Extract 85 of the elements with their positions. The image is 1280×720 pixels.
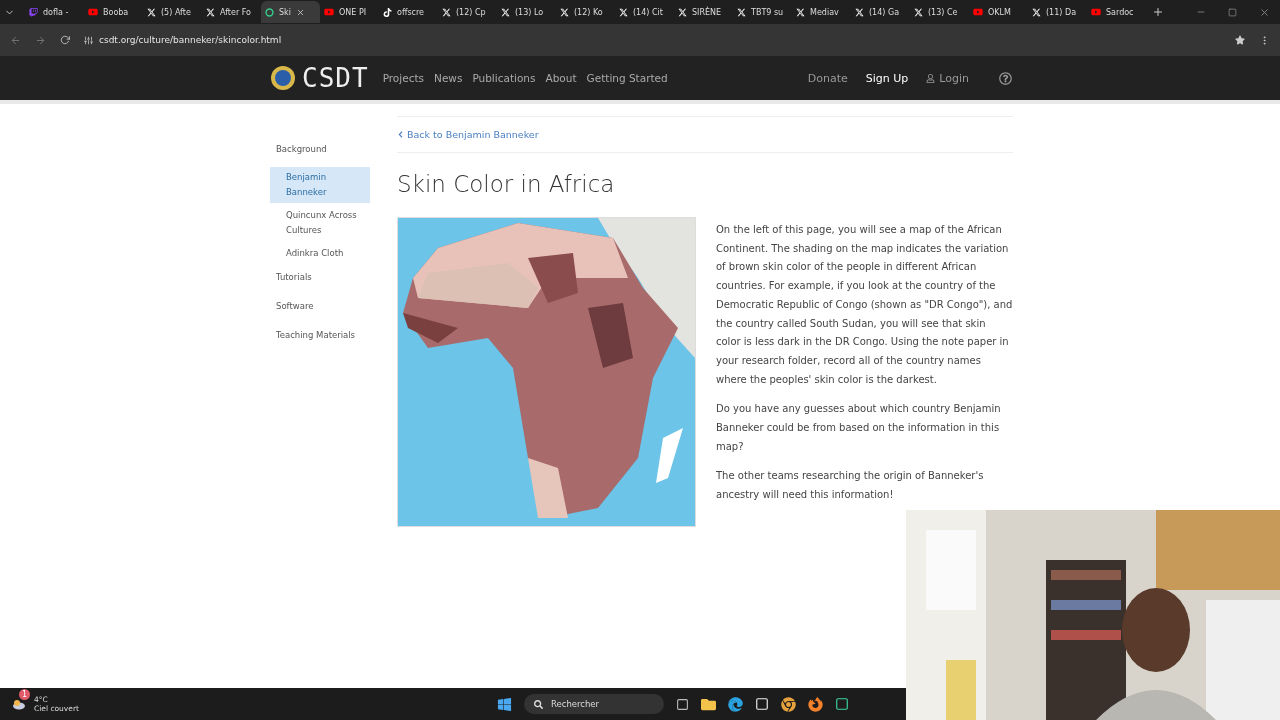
x-icon [678, 7, 687, 17]
play-icon [88, 7, 98, 17]
help-icon[interactable] [999, 71, 1012, 85]
sidebar-item[interactable]: Software [270, 295, 370, 318]
new-tab-button[interactable] [1152, 6, 1164, 18]
store-button[interactable] [754, 697, 769, 711]
site-info-icon[interactable] [84, 35, 93, 45]
sidebar-item[interactable]: Quincunx Across Cultures [270, 205, 370, 241]
page-title: Skin Color in Africa [397, 171, 616, 197]
forward-button[interactable] [35, 34, 46, 46]
nav-link[interactable]: About [545, 72, 577, 84]
site-logo[interactable]: CSDT [302, 63, 369, 93]
browser-tab[interactable]: offscre [379, 1, 438, 23]
app-button[interactable] [834, 697, 849, 711]
nav-link[interactable]: News [434, 72, 463, 84]
edge-button[interactable] [727, 696, 743, 712]
x-icon [796, 7, 805, 17]
browser-tab[interactable]: (12) Ko [556, 1, 615, 23]
browser-tab[interactable]: OKLM [969, 1, 1028, 23]
sidebar-item[interactable]: Background [270, 138, 370, 161]
browser-tab[interactable]: (11) Da [1028, 1, 1087, 23]
x-icon [147, 7, 156, 17]
browser-tab[interactable]: Mediav [792, 1, 851, 23]
browser-tab[interactable]: (12) Cp [438, 1, 497, 23]
browser-tab[interactable]: Booba [84, 1, 143, 23]
address-bar[interactable]: csdt.org/culture/banneker/skincolor.html [99, 35, 282, 45]
task-view-button[interactable] [675, 697, 689, 711]
browser-tab[interactable]: (14) Ga [851, 1, 910, 23]
nav-link[interactable]: Getting Started [586, 72, 668, 84]
sign-up-link[interactable]: Sign Up [865, 71, 909, 85]
ring-icon [265, 7, 274, 17]
x-icon [501, 7, 510, 17]
x-icon [914, 7, 923, 17]
browser-tab[interactable]: (5) Afte [143, 1, 202, 23]
maximize-button[interactable] [1228, 7, 1237, 17]
x-icon [855, 7, 864, 17]
browser-tab[interactable]: (14) Cit [615, 1, 674, 23]
x-icon [619, 7, 628, 17]
login-link[interactable]: Login [926, 71, 969, 85]
x-icon [560, 7, 569, 17]
firefox-button[interactable] [807, 696, 823, 712]
seal-icon [270, 65, 296, 91]
notification-badge: 1 [19, 689, 30, 700]
play-icon [973, 7, 983, 17]
folder-button[interactable] [700, 696, 716, 712]
close-button[interactable] [1259, 6, 1270, 18]
note-icon [383, 7, 392, 17]
paragraph: Do you have any guesses about which country Benjamin Banneker could be from based on the information in this map? [716, 402, 1002, 454]
browser-tab[interactable]: TBT9 su [733, 1, 792, 23]
browser-tab[interactable]: ONE PI [320, 1, 379, 23]
nav-link[interactable]: Projects [382, 72, 425, 84]
cloud-icon [12, 698, 26, 710]
sidebar-item[interactable]: Tutorials [270, 266, 370, 289]
play-icon [1091, 7, 1101, 17]
browser-tab[interactable]: Ski [261, 1, 320, 23]
search-icon [533, 699, 543, 709]
nav-link[interactable]: Publications [472, 72, 536, 84]
paragraph: On the left of this page, you will see a map of the African Continent. The shading on the map indicates the variation of brown skin color of the people in different African countries. For example, if you look at the country of the Democratic Republic of Congo (shown as "DR Congo"), and the country called South Sudan, you will see that skin color is less dark in the DR Congo. Using the note paper in your research folder, record all of the country names where the peoples' skin color is the darkest. [716, 223, 1013, 387]
sidebar-item[interactable]: Teaching Materials [270, 324, 370, 347]
x-icon [737, 7, 746, 17]
paragraph: The other teams researching the origin of Banneker's ancestry will need this information! [716, 469, 985, 503]
start-button[interactable] [496, 696, 512, 712]
user-icon [926, 73, 936, 83]
browser-tab[interactable]: (13) Lo [497, 1, 556, 23]
back-button[interactable] [10, 34, 21, 46]
play-icon [324, 7, 334, 17]
sidebar-item[interactable]: Benjamin Banneker [270, 167, 370, 203]
back-link[interactable]: Back to Benjamin Banneker [397, 116, 1013, 153]
donate-link[interactable]: Donate [807, 71, 848, 85]
chrome-button[interactable] [780, 696, 796, 712]
search-field[interactable]: Rechercher [523, 694, 664, 714]
browser-tab[interactable]: (13) Ce [910, 1, 969, 23]
browser-tab[interactable]: SIRÈNE [674, 1, 733, 23]
browser-tab[interactable]: dofla - [25, 1, 84, 23]
x-icon [206, 7, 215, 17]
x-icon [442, 7, 451, 17]
chevron-icon [397, 131, 404, 138]
close-icon[interactable] [295, 7, 305, 17]
x-icon [1032, 7, 1041, 17]
twitch-icon [29, 7, 38, 17]
browser-tab[interactable]: Sardoc [1087, 1, 1146, 23]
bookmark-button[interactable] [1235, 35, 1245, 45]
browser-tab[interactable]: After Fo [202, 1, 261, 23]
reload-button[interactable] [60, 35, 70, 45]
sidebar-item[interactable]: Adinkra Cloth [270, 243, 370, 264]
